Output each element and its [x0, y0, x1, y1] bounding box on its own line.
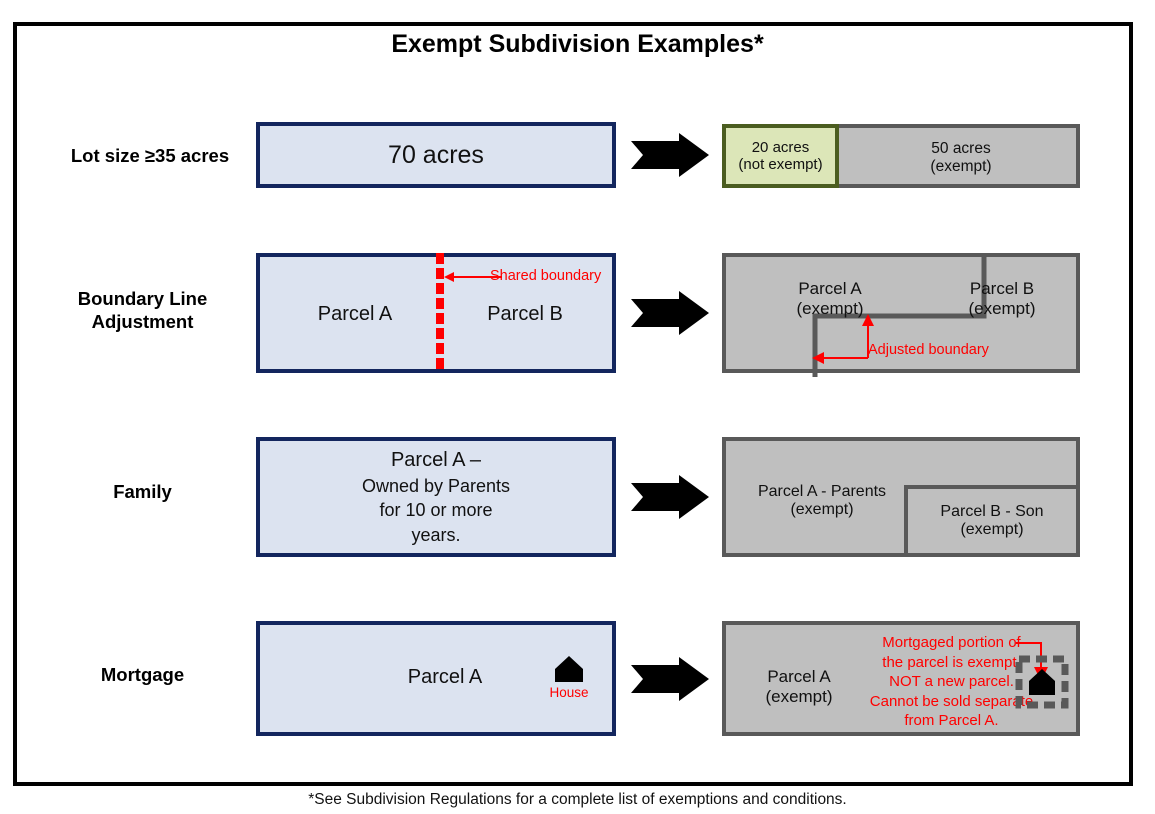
after-parcel-b-family-box: Parcel B - Son (exempt)	[904, 485, 1080, 557]
transform-arrow-2	[631, 291, 709, 335]
house-label: House	[549, 685, 589, 700]
before-parcel-a-mortgage: Parcel A	[407, 666, 483, 688]
transform-arrow-3	[631, 475, 709, 519]
row-label-mortgage: Mortgage	[100, 664, 185, 685]
after-parcel-20-acres: 20 acres (not exempt)	[722, 124, 839, 188]
adjusted-boundary-label: Adjusted boundary	[868, 342, 989, 358]
transform-arrow-4	[631, 657, 709, 701]
house-icon	[555, 656, 583, 682]
transform-arrow-1	[631, 133, 709, 177]
row-label-boundary-line-adjustment: Boundary Line Adjustment	[77, 288, 208, 333]
before-box-lot-size: 70 acres	[256, 122, 616, 188]
before-label-70-acres: 70 acres	[388, 140, 484, 169]
after-parcel-b-boundary: Parcel B (exempt)	[968, 279, 1036, 318]
row-label-lot-size: Lot size ≥35 acres	[70, 145, 230, 166]
before-box-family: Parcel A – Owned by Parents for 10 or mo…	[256, 437, 616, 557]
footnote: *See Subdivision Regulations for a compl…	[308, 791, 847, 808]
before-parcel-b-boundary: Parcel B	[487, 303, 563, 325]
shared-boundary-label: Shared boundary	[490, 268, 602, 284]
before-text-family: Parcel A – Owned by Parents for 10 or mo…	[361, 449, 511, 545]
page-title: Exempt Subdivision Examples*	[391, 30, 764, 58]
after-parcel-b-family: Parcel B - Son (exempt)	[940, 503, 1044, 539]
shared-boundary-dashed-line	[436, 253, 444, 373]
after-parcel-50-acres: 50 acres (exempt)	[930, 140, 992, 175]
after-box-mortgage: Parcel A (exempt) Mortgaged portion of t…	[722, 621, 1080, 736]
mortgaged-portion-icon	[1015, 655, 1069, 709]
after-parcel-a-family: Parcel A - Parents (exempt)	[757, 483, 887, 519]
row-label-family: Family	[113, 481, 172, 502]
after-parcel-a-mortgage: Parcel A (exempt)	[765, 667, 833, 706]
before-parcel-a-boundary: Parcel A	[317, 303, 393, 325]
